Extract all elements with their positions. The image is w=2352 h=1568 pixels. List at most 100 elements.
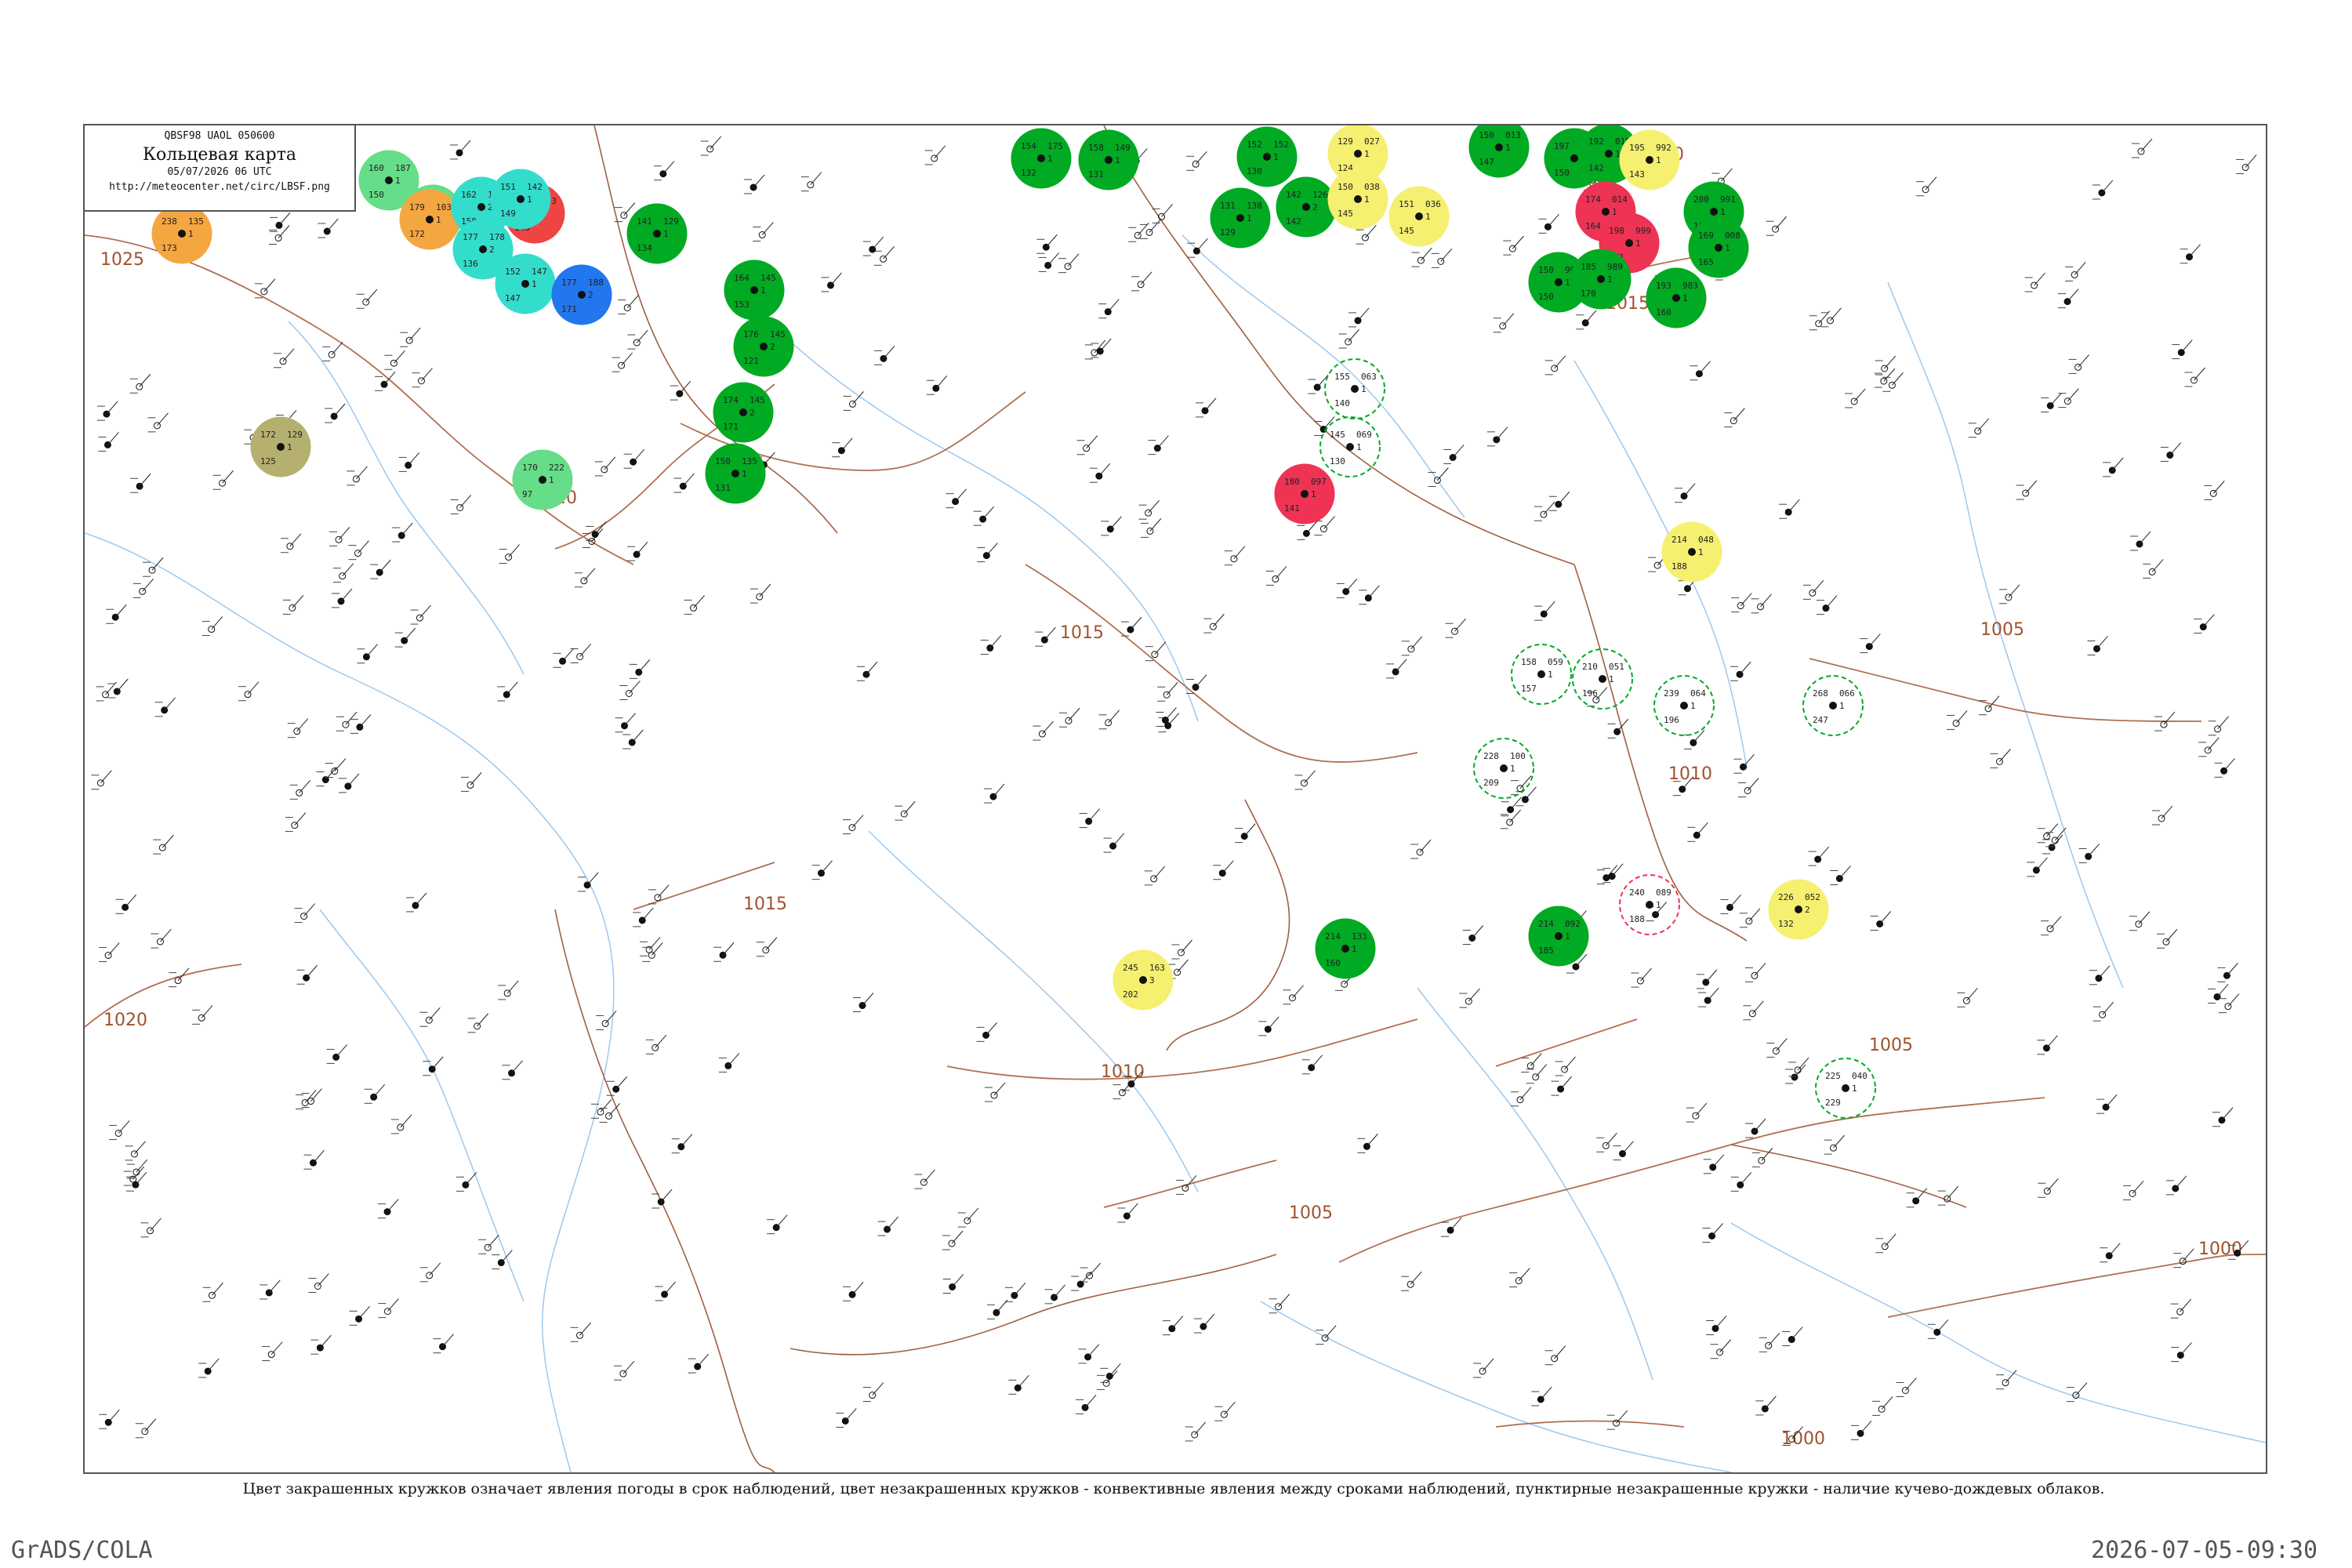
minor-station [1157,681,1178,702]
station-value: 1 [1548,670,1553,680]
minor-station [2131,138,2153,158]
minor-station [2152,805,2173,826]
station-value: 135 [742,456,757,466]
minor-station [296,964,318,985]
minor-station [1103,833,1124,853]
station-value: 2 [588,290,593,300]
station-dot [653,230,661,238]
minor-station [2027,857,2048,877]
station-value: 051 [1609,662,1624,672]
station-value: 198 [1609,226,1624,236]
station-value: 1 [1607,274,1613,285]
minor-station [957,1207,979,1228]
minor-station [115,894,137,914]
minor-station [640,936,661,956]
station-marker: 164 145 1 153 [724,260,785,321]
minor-station [303,1149,325,1170]
minor-station [684,595,705,615]
minor-station [1733,753,1755,774]
minor-station [1144,866,1166,886]
minor-station [1755,1396,1777,1416]
station-marker: 238 135 1 173 [151,203,212,264]
station-dot [578,291,586,299]
station-value: 164 [1585,221,1601,231]
minor-station [2092,1001,2114,1022]
minor-station [1441,1217,1462,1237]
station-value: 1 [1839,701,1845,711]
isobar-label: 1005 [1980,620,2024,640]
station-value: 97 [522,489,532,499]
minor-station [450,140,471,160]
station-value: 185 [1538,946,1554,956]
station-marker: 225 040 1 229 [1815,1058,1876,1119]
minor-station [2218,993,2240,1014]
legend-caption: Цвет закрашенных кружков означает явлени… [242,1480,2105,1497]
station-marker: 176 145 2 121 [733,316,794,377]
minor-station [1186,151,1207,171]
station-dot [539,476,546,484]
station-value: 132 [1021,168,1036,178]
station-value: 145 [760,273,776,283]
minor-station [688,1353,710,1374]
station-value: 239 [1664,688,1679,699]
station-value: 150 [1554,168,1570,178]
station-value: 210 [1582,662,1598,672]
minor-station [926,375,948,395]
station-value: 188 [1671,561,1687,572]
minor-station [202,1282,223,1302]
minor-station [147,412,169,433]
station-dot [1105,156,1112,164]
minor-station [1138,499,1160,520]
minor-station [619,681,641,700]
station-marker: 177 188 2 171 [551,264,612,325]
station-value: 171 [561,304,577,314]
minor-station [622,729,644,750]
minor-station [2038,1178,2059,1198]
station-value: 1 [188,229,194,239]
station-value: 150 [368,190,384,200]
station-dot [1597,275,1605,283]
minor-station [1357,1133,1378,1153]
station-value: 149 [500,209,516,219]
minor-station [1705,1316,1727,1335]
minor-station [1145,641,1167,662]
minor-station [671,1134,693,1154]
minor-station [1766,216,1788,236]
minor-station [2194,614,2215,634]
minor-station [1548,491,1570,511]
station-value: 150 [1338,182,1353,192]
station-value: 188 [588,278,604,288]
station-value: 196 [1664,715,1679,725]
station-value: 192 [1588,136,1604,147]
station-dot [521,280,529,288]
minor-station [2042,834,2063,855]
minor-station [1336,579,1358,598]
station-value: 1 [1273,152,1279,162]
minor-station [262,1341,283,1362]
minor-station [862,1382,884,1403]
minor-station [2041,916,2062,936]
station-value: 092 [1565,919,1581,929]
stations-layer: 2381351173160187115018513221771791031172… [91,125,2257,1446]
minor-station [1235,823,1256,844]
minor-station [1101,516,1122,536]
minor-station [1937,1185,1959,1206]
station-value: 247 [1813,715,1828,725]
station-value: 133 [1352,931,1367,942]
minor-station [629,659,651,679]
minor-station [398,452,420,472]
station-marker: 141 129 1 134 [626,203,688,264]
minor-station [129,373,151,394]
minor-station [1089,463,1111,483]
station-dot [1263,153,1271,161]
minor-station [1730,1172,1752,1192]
minor-station [260,1279,281,1300]
minor-station [1462,925,1484,946]
station-value: 160 [1325,958,1341,968]
minor-station [99,942,120,963]
minor-station [492,1250,513,1270]
minor-station [1097,1370,1118,1390]
minor-station [1033,720,1054,741]
minor-station [570,1322,591,1342]
minor-station [2236,154,2257,175]
